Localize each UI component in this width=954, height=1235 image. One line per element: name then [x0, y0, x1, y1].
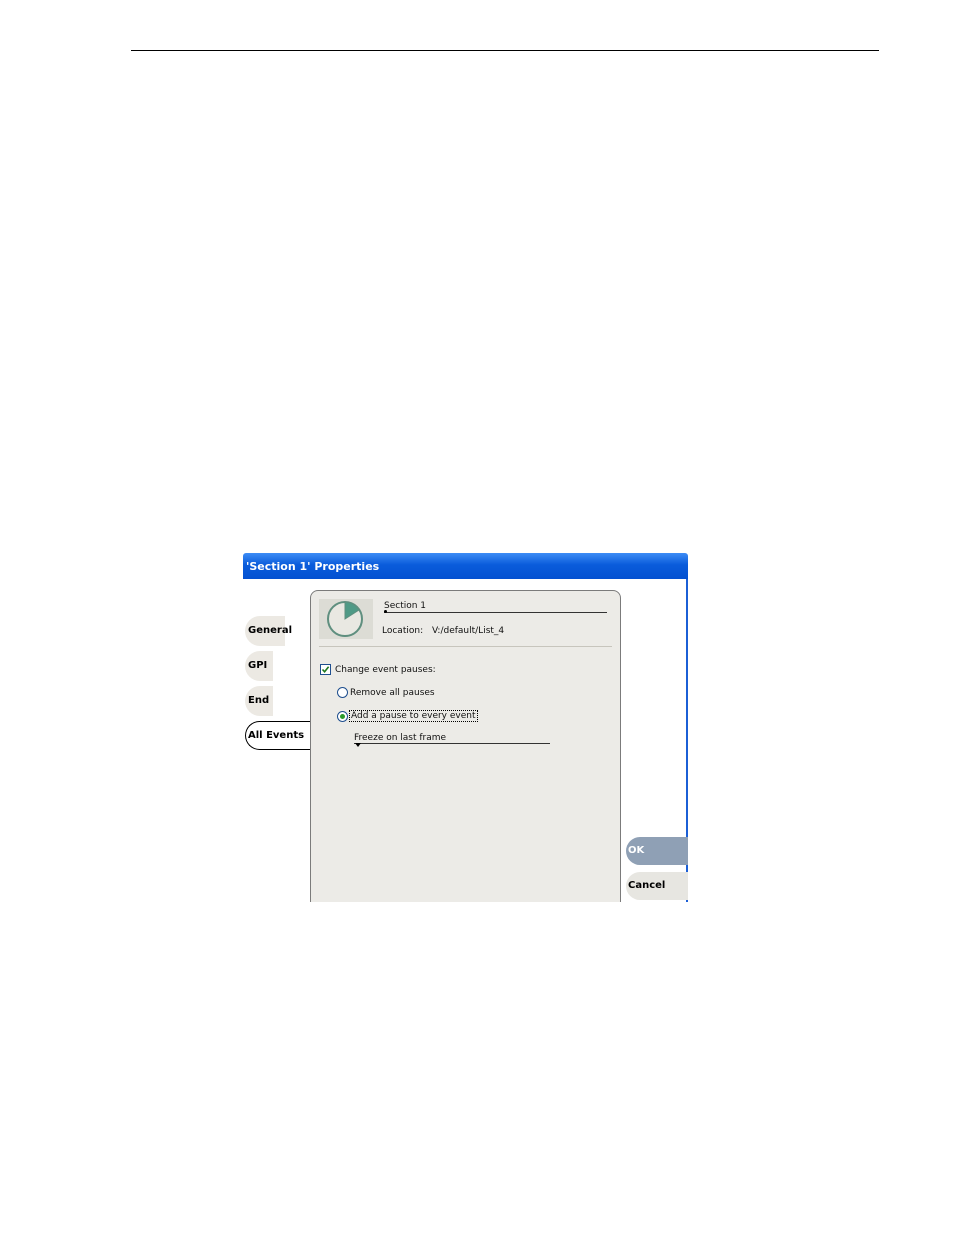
- checkmark-icon: [321, 666, 330, 674]
- radio-selected-dot: [340, 714, 345, 719]
- cancel-button[interactable]: Cancel: [626, 872, 688, 900]
- section-name-field[interactable]: [384, 612, 607, 613]
- pause-mode-value: Freeze on last frame: [354, 733, 447, 743]
- tab-general[interactable]: General: [245, 616, 292, 646]
- dropdown-arrow-icon[interactable]: [355, 743, 361, 747]
- dialog-title: 'Section 1' Properties: [246, 560, 380, 573]
- tab-all-events-label: All Events: [248, 730, 305, 741]
- section-name-cursor: [384, 610, 387, 613]
- tab-gpi[interactable]: GPI: [245, 651, 273, 681]
- cancel-button-label: Cancel: [628, 880, 666, 891]
- change-pauses-label: Change event pauses:: [335, 665, 436, 675]
- tab-general-label: General: [248, 625, 292, 636]
- remove-all-pauses-label: Remove all pauses: [350, 688, 435, 698]
- tab-end[interactable]: End: [245, 686, 273, 716]
- pie-clock-icon: [327, 601, 363, 637]
- change-pauses-checkbox[interactable]: [320, 664, 331, 675]
- tab-gpi-label: GPI: [248, 660, 268, 671]
- title-bar[interactable]: 'Section 1' Properties: [243, 553, 688, 579]
- ok-button-label: OK: [628, 845, 645, 856]
- remove-all-pauses-radio[interactable]: [337, 687, 348, 698]
- tab-end-label: End: [248, 695, 270, 706]
- location-label: Location:: [382, 626, 424, 636]
- properties-panel: Section 1 Location: V:/default/List_4 Ch…: [310, 590, 621, 902]
- section-icon-box: [319, 599, 373, 639]
- header-divider: [319, 646, 612, 647]
- pause-mode-dropdown[interactable]: [354, 743, 550, 744]
- tab-all-events[interactable]: All Events: [245, 721, 313, 750]
- section-name-value: Section 1: [384, 601, 427, 611]
- add-pause-label: Add a pause to every event: [349, 710, 478, 722]
- page-top-rule: [131, 50, 879, 51]
- add-pause-radio[interactable]: [337, 711, 348, 722]
- ok-button[interactable]: OK: [626, 837, 688, 865]
- section-properties-dialog: 'Section 1' Properties General GPI End A…: [243, 553, 688, 902]
- location-value: V:/default/List_4: [432, 626, 505, 636]
